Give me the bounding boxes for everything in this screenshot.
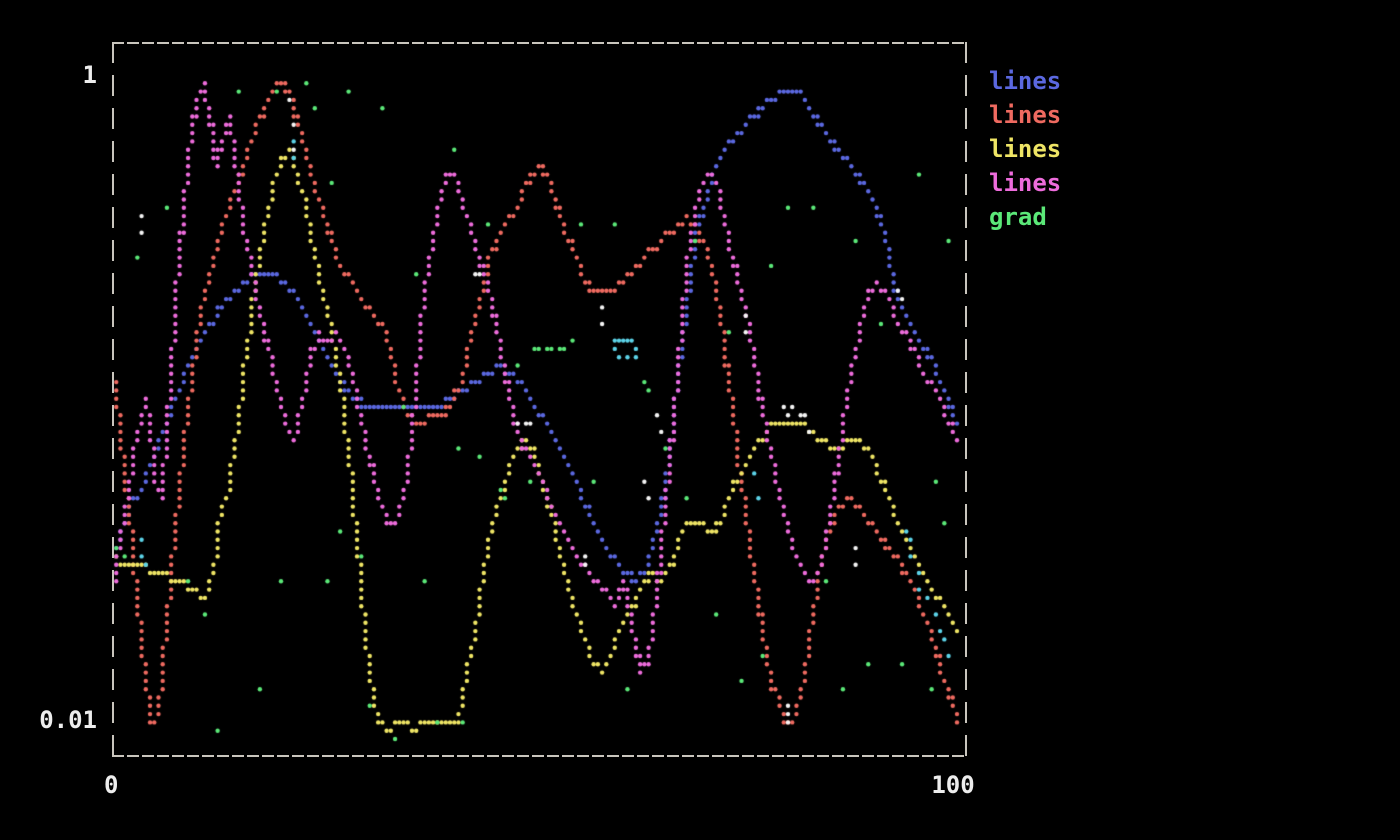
y-axis-tick-1: 1: [0, 62, 97, 88]
y-axis-tick-0.01: 0.01: [0, 707, 97, 733]
plot-frame-top: [112, 42, 967, 44]
plot-frame-bottom: [112, 755, 967, 757]
terminal-plot-page: 1 0.01 0 100 lineslineslineslinesgrad: [0, 0, 1400, 840]
legend-item-lines-0: lines: [989, 64, 1061, 98]
legend-item-lines-2: lines: [989, 132, 1061, 166]
plot-frame-left: [112, 42, 114, 757]
x-axis-tick-0: 0: [104, 772, 118, 798]
x-axis-tick-100: 100: [922, 772, 984, 798]
chart-canvas: [0, 0, 1400, 840]
legend-item-grad-4: grad: [989, 200, 1061, 234]
legend: lineslineslineslinesgrad: [989, 64, 1061, 234]
plot-frame-right: [965, 42, 967, 757]
legend-item-lines-3: lines: [989, 166, 1061, 200]
legend-item-lines-1: lines: [989, 98, 1061, 132]
